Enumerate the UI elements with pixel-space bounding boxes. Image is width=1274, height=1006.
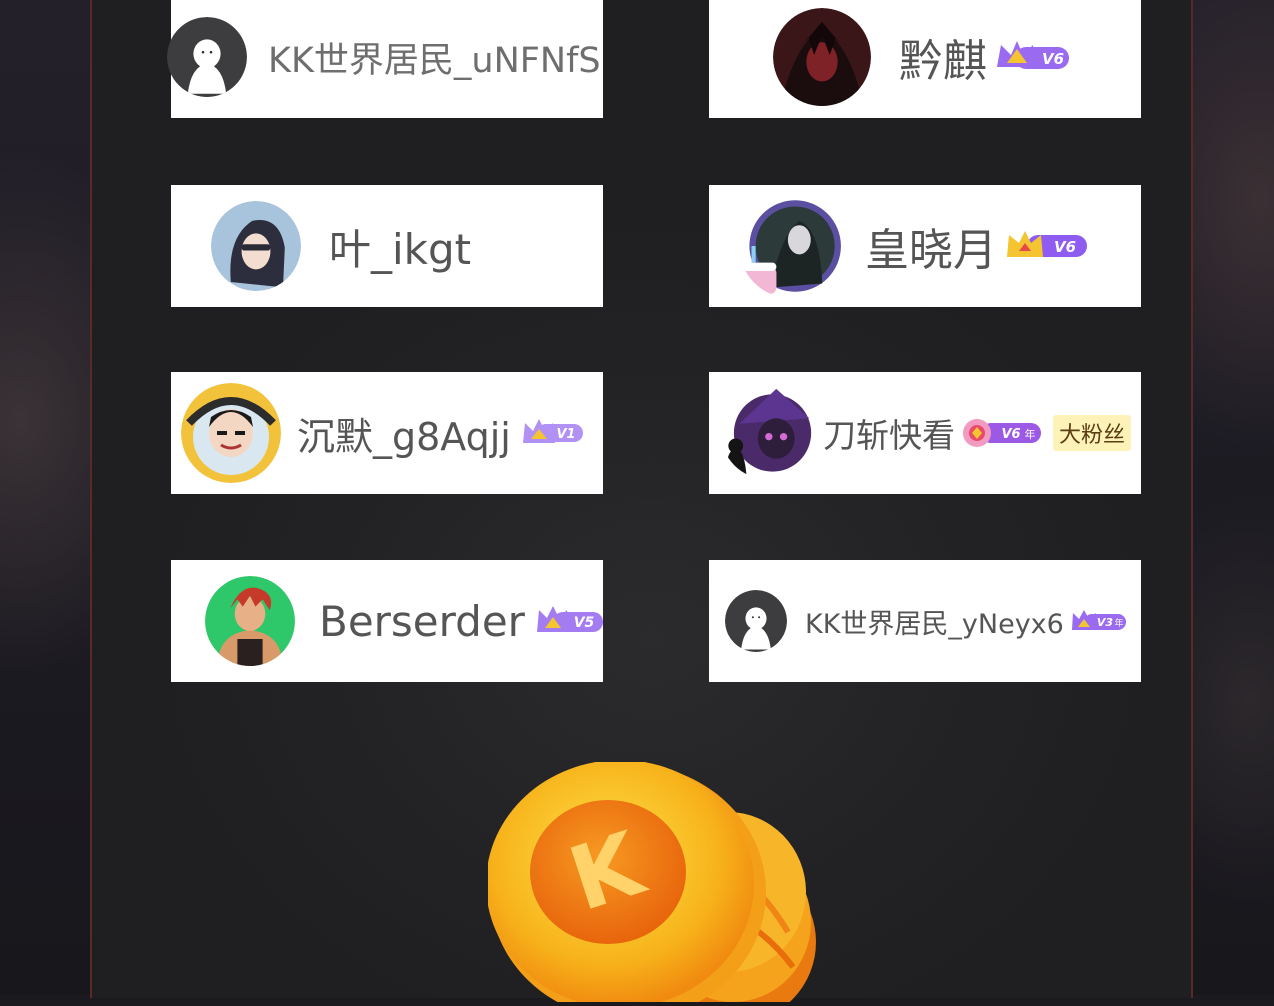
default-avatar-icon (725, 590, 787, 652)
user-card[interactable]: 黔麒 V6 (709, 0, 1141, 118)
user-card[interactable]: 沉默_g8Aqjj V1 (171, 372, 603, 494)
vip-badge: V6 (995, 39, 1071, 75)
user-avatar (739, 194, 843, 298)
user-name: KK世界居民_uNFNfS (268, 40, 601, 81)
user-card[interactable]: KK世界居民_yNeyx6 V3 年 (709, 560, 1141, 682)
user-name: 沉默_g8Aqjj (297, 414, 511, 459)
vip-level: V5 (574, 615, 595, 631)
vip-year-badge: V3 年 (1070, 608, 1128, 634)
vip-badge: V1 (521, 417, 585, 449)
user-avatar (721, 387, 813, 479)
user-avatar (205, 576, 295, 666)
fan-badge: 大粉丝 (1053, 415, 1132, 451)
vip-level: V3 (1097, 616, 1114, 629)
user-avatar (211, 201, 301, 291)
user-card[interactable]: 皇晓月 V6 (709, 185, 1141, 307)
vip-level: V1 (556, 427, 575, 442)
vip-year-label: 年 (1114, 617, 1123, 629)
vip-year-badge: V6 年 (961, 416, 1043, 450)
user-avatar (181, 383, 281, 483)
vip-badge: V6 (1005, 229, 1089, 263)
user-card[interactable]: Berserder V5 (171, 560, 603, 682)
user-name: 刀斩快看 (823, 416, 955, 455)
user-name: 皇晓月 (865, 225, 997, 276)
vip-level: V6 (1054, 238, 1076, 256)
user-avatar (773, 8, 871, 106)
user-name: Berserder (319, 596, 525, 646)
user-name: 黔麒 (899, 36, 987, 87)
vip-badge: V5 (535, 604, 605, 638)
user-name: 叶_ikgt (329, 224, 472, 274)
vip-level: V6 (1042, 50, 1064, 68)
user-card[interactable]: 刀斩快看 V6 年 大粉丝 (709, 372, 1141, 494)
user-name: KK世界居民_yNeyx6 (805, 608, 1064, 640)
vip-level: V6 (1001, 427, 1020, 442)
vip-year-label: 年 (1025, 427, 1036, 441)
user-card[interactable]: 叶_ikgt (171, 185, 603, 307)
k-coin-icon: K (486, 760, 818, 1006)
user-card[interactable]: KK世界居民_uNFNfS (167, 0, 603, 118)
default-avatar-icon (167, 17, 247, 97)
